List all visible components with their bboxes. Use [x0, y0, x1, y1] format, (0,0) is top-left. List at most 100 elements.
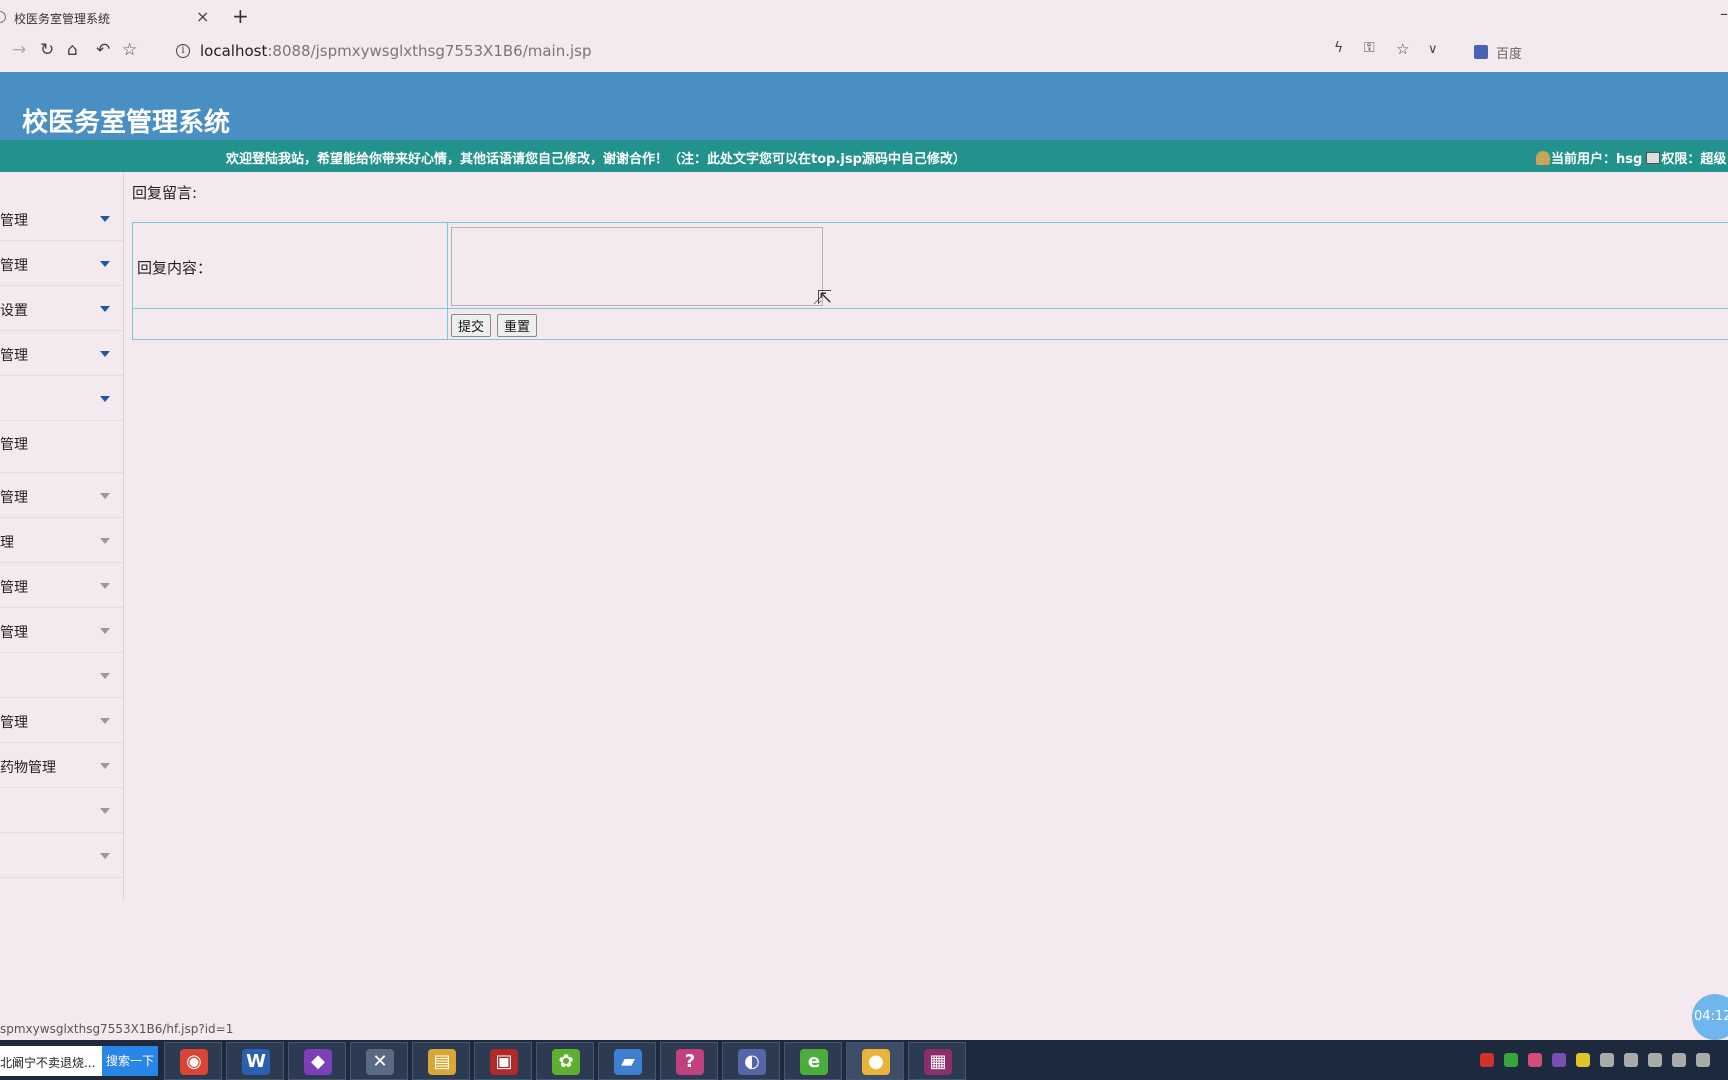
- site-info-icon[interactable]: i: [176, 44, 190, 58]
- sidebar-item[interactable]: 管理: [0, 473, 123, 518]
- status-bar-url: spmxywsglxthsg7553X1B6/hf.jsp?id=1: [0, 1022, 234, 1036]
- taskbar-app-green-leaf[interactable]: ✿: [536, 1042, 594, 1080]
- tray-icon[interactable]: [1528, 1053, 1542, 1067]
- sidebar-item[interactable]: 管理: [0, 608, 123, 653]
- forward-icon[interactable]: →: [12, 40, 26, 60]
- tray-icon[interactable]: [1504, 1053, 1518, 1067]
- chevron-down-icon: [100, 306, 110, 312]
- sidebar-item[interactable]: 管理: [0, 421, 123, 473]
- eclipse-icon: ◐: [738, 1049, 766, 1075]
- minimize-button[interactable]: –: [1720, 4, 1728, 23]
- sidebar-item[interactable]: [0, 788, 123, 833]
- sidebar-item-label: 管理: [0, 490, 28, 506]
- taskbar-search-input[interactable]: 北阚宁不卖退烧...: [0, 1046, 102, 1076]
- taskbar-app-folder-app[interactable]: ▰: [598, 1042, 656, 1080]
- url-path: :8088/jspmxywsglxthsg7553X1B6/main.jsp: [267, 42, 592, 60]
- baidu-logo-icon[interactable]: [1474, 45, 1488, 59]
- sidebar-item[interactable]: 管理: [0, 563, 123, 608]
- home-icon[interactable]: ⌂: [67, 40, 78, 60]
- red-app-icon: ▣: [490, 1049, 518, 1075]
- sidebar-item[interactable]: 管理: [0, 698, 123, 743]
- chevron-down-icon: [100, 628, 110, 634]
- user-info: 当前用户：hsg 权限：超级: [1536, 148, 1726, 167]
- tab-close-icon[interactable]: ×: [196, 7, 209, 26]
- sidebar-item-label: 管理: [0, 437, 28, 453]
- tray-icon[interactable]: [1648, 1053, 1662, 1067]
- system-tray: [1480, 1052, 1720, 1068]
- permission-icon: [1646, 152, 1661, 164]
- chevron-down-icon: [100, 673, 110, 679]
- taskbar-app-red-app[interactable]: ▣: [474, 1042, 532, 1080]
- sidebar: 管理 管理 设置 管理 管理 管理 理 管理 管理 管理 药物管理: [0, 172, 124, 900]
- taskbar-app-support[interactable]: ?: [660, 1042, 718, 1080]
- sidebar-item-label: 药物管理: [0, 760, 56, 776]
- page-favicon-icon: [0, 11, 6, 23]
- submit-button[interactable]: 提交: [451, 314, 492, 337]
- reset-button[interactable]: 重置: [497, 314, 538, 337]
- sidebar-item[interactable]: 理: [0, 518, 123, 563]
- chevron-down-icon: [100, 763, 110, 769]
- taskbar-app-tools[interactable]: ✕: [350, 1042, 408, 1080]
- taskbar: 北阚宁不卖退烧... 搜索一下 ◉ W ◆ ✕ ▤ ▣ ✿ ▰? ◐ e ● ▦: [0, 1040, 1728, 1080]
- tray-icon[interactable]: [1480, 1053, 1494, 1067]
- tray-icon[interactable]: [1576, 1053, 1590, 1067]
- taskbar-app-file-explorer[interactable]: ▤: [412, 1042, 470, 1080]
- tray-icon[interactable]: [1672, 1053, 1686, 1067]
- taskbar-app-chrome[interactable]: ◉: [164, 1042, 222, 1080]
- taskbar-app-green-browser[interactable]: e: [784, 1042, 842, 1080]
- taskbar-app-visual-studio[interactable]: ◆: [288, 1042, 346, 1080]
- chevron-down-icon: [100, 351, 110, 357]
- chevron-down-icon: [100, 396, 110, 402]
- browser-tabbar: 校医务室管理系统 × + –: [0, 0, 1728, 34]
- chevron-down-icon: [100, 261, 110, 267]
- address-bar[interactable]: localhost:8088/jspmxywsglxthsg7553X1B6/m…: [200, 42, 592, 60]
- welcome-message: 欢迎登陆我站，希望能给你带来好心情，其他话语请您自己修改，谢谢合作！（注：此处文…: [226, 152, 966, 167]
- permission-label: 权限：超级: [1661, 152, 1727, 167]
- taskbar-app-eclipse[interactable]: ◐: [722, 1042, 780, 1080]
- chevron-down-icon: [100, 853, 110, 859]
- taskbar-app-recorder[interactable]: ●: [846, 1042, 904, 1080]
- new-tab-button[interactable]: +: [232, 4, 249, 28]
- reply-form: 回复内容： 提交 重置: [132, 222, 1728, 340]
- chevron-down-icon: [100, 493, 110, 499]
- tray-icon[interactable]: [1624, 1053, 1638, 1067]
- reload-icon[interactable]: ↻: [40, 40, 54, 60]
- browser-toolbar: → ↻ ⌂ ↶ ☆ i localhost:8088/jspmxywsglxth…: [0, 34, 1728, 72]
- sidebar-item[interactable]: [0, 376, 123, 421]
- page-title: 回复留言:: [132, 184, 198, 202]
- browser-tab[interactable]: 校医务室管理系统 ×: [0, 0, 214, 34]
- search-engine-label[interactable]: 百度: [1496, 43, 1522, 62]
- current-user-label: 当前用户：hsg: [1551, 152, 1643, 167]
- tools-icon: ✕: [366, 1049, 394, 1075]
- sidebar-item[interactable]: 药物管理: [0, 743, 123, 788]
- reply-content-textarea[interactable]: [451, 227, 823, 306]
- taskbar-app-word[interactable]: W: [226, 1042, 284, 1080]
- chevron-down-icon: [100, 808, 110, 814]
- chevron-down-icon[interactable]: ∨: [1428, 42, 1438, 57]
- sidebar-item[interactable]: 管理: [0, 331, 123, 376]
- taskbar-search-button[interactable]: 搜索一下: [102, 1046, 158, 1076]
- tray-icon[interactable]: [1696, 1053, 1710, 1067]
- tray-icon[interactable]: [1600, 1053, 1614, 1067]
- star-icon[interactable]: ☆: [122, 40, 137, 60]
- undo-icon[interactable]: ↶: [96, 40, 110, 60]
- reply-content-row: 回复内容：: [133, 223, 1728, 309]
- sidebar-item-label: 理: [0, 535, 14, 551]
- key-icon[interactable]: ⚿: [1364, 40, 1375, 56]
- tray-icon[interactable]: [1552, 1053, 1566, 1067]
- sidebar-item-label: 管理: [0, 348, 28, 364]
- recording-timer-badge[interactable]: 04:12: [1692, 994, 1728, 1040]
- sidebar-item[interactable]: [0, 833, 123, 878]
- winrar-icon: ▦: [924, 1049, 952, 1075]
- sidebar-item[interactable]: 管理: [0, 196, 123, 241]
- visual-studio-icon: ◆: [304, 1049, 332, 1075]
- sidebar-item[interactable]: [0, 653, 123, 698]
- sidebar-item[interactable]: 设置: [0, 286, 123, 331]
- sidebar-item[interactable]: 管理: [0, 241, 123, 286]
- lightning-icon[interactable]: ϟ: [1334, 40, 1343, 56]
- taskbar-app-winrar[interactable]: ▦: [908, 1042, 966, 1080]
- column-divider: [447, 223, 448, 339]
- bookmark-star-icon[interactable]: ☆: [1396, 40, 1409, 58]
- sidebar-item-label: 管理: [0, 580, 28, 596]
- chevron-down-icon: [100, 718, 110, 724]
